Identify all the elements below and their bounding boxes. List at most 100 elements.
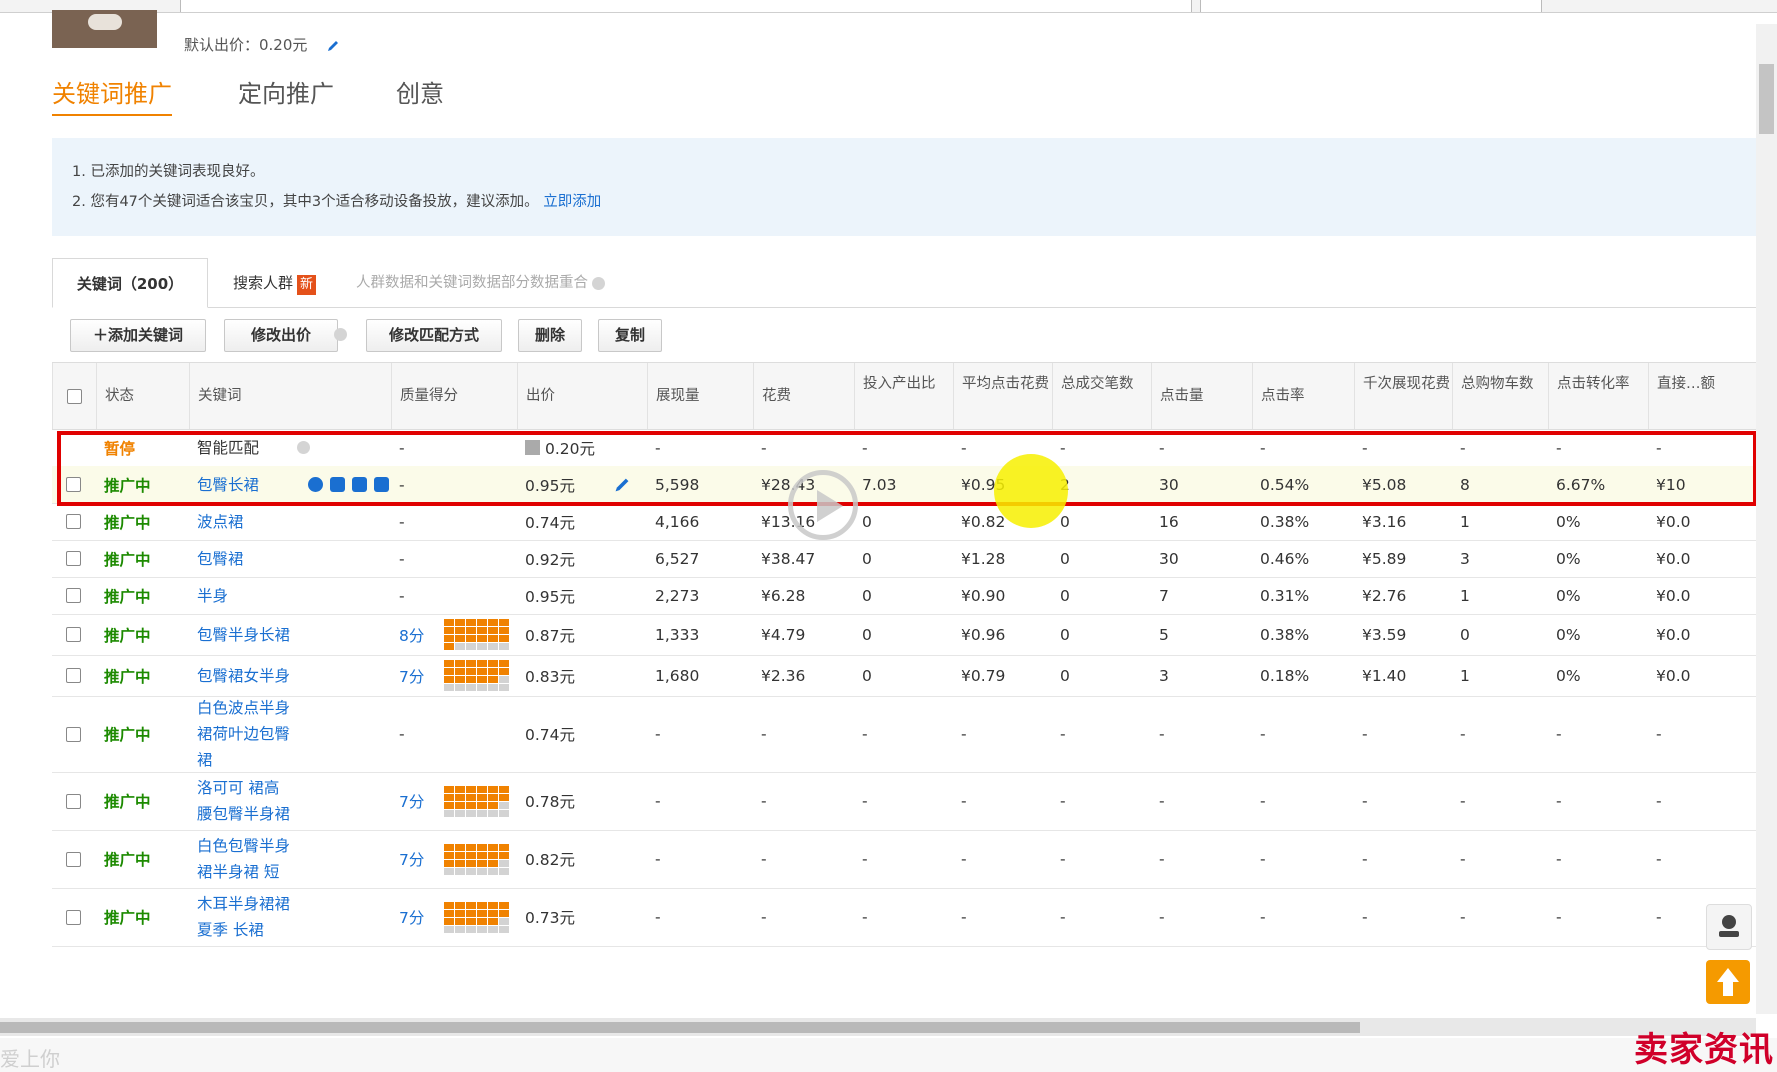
cell-status-value: 推广中 — [104, 793, 151, 811]
cell-status: 推广中 — [104, 614, 187, 655]
column-header[interactable]: 点击率 — [1252, 363, 1354, 429]
browser-search-box[interactable] — [1200, 0, 1542, 12]
vertical-scrollbar[interactable] — [1756, 24, 1777, 1014]
column-header[interactable]: 直接…额 — [1648, 363, 1756, 429]
table-row[interactable]: 推广中 波点裙 -0.74元 4,166 ¥13.16 0 ¥0.82 0 16 0.38% ¥3.… — [52, 503, 1756, 541]
row-checkbox[interactable] — [66, 668, 81, 683]
address-bar[interactable] — [180, 0, 1192, 12]
row-checkbox-cell — [60, 614, 94, 655]
quality-bar-segment — [455, 635, 466, 642]
vertical-scroll-thumb[interactable] — [1759, 64, 1774, 134]
table-row[interactable]: 推广中 洛可可 裙高腰包臀半身裙 7分 0.78元 - - - - - - - - - - - — [52, 772, 1756, 831]
row-checkbox[interactable] — [66, 851, 81, 867]
keyword-link[interactable]: 洛可可 裙高腰包臀半身裙 — [197, 775, 293, 827]
play-overlay-icon[interactable] — [788, 470, 858, 540]
keyword-link[interactable]: 白色包臀半身裙半身裙 短 — [197, 833, 293, 885]
cell-cpm-value: ¥3.16 — [1362, 512, 1407, 531]
row-checkbox[interactable] — [66, 588, 81, 603]
cell-impr: 4,166 — [655, 503, 751, 540]
cell-orders: - — [1060, 696, 1149, 772]
keyword-link[interactable]: 包臀半身长裙 — [197, 622, 293, 648]
tab-search-crowd[interactable]: 搜索人群新 — [207, 258, 342, 306]
row-checkbox[interactable] — [66, 627, 81, 642]
row-checkbox[interactable] — [66, 909, 81, 925]
cell-cpm: ¥2.76 — [1362, 577, 1450, 614]
table-row[interactable]: 推广中 木耳半身裙裙夏季 长裙 7分 0.73元 - - - - - - - - - - - — [52, 888, 1756, 947]
cell-impr-value: - — [655, 792, 661, 810]
add-keyword-button[interactable]: ＋添加关键词 — [70, 319, 206, 352]
keyword-link[interactable]: 包臀裙女半身 — [197, 663, 293, 689]
row-checkbox-cell — [60, 577, 94, 614]
table-row[interactable]: 推广中 包臀裙女半身 7分 0.83元 1,680 ¥2.36 0 ¥0.79 0 3 0.18% ¥… — [52, 655, 1756, 697]
edit-pencil-icon[interactable] — [326, 39, 340, 53]
cell-orders: - — [1060, 772, 1149, 830]
column-header[interactable]: 花费 — [753, 363, 854, 429]
cell-cart: 3 — [1460, 540, 1546, 577]
column-header[interactable]: 点击量 — [1151, 363, 1252, 429]
cell-ctr: - — [1260, 696, 1352, 772]
column-header[interactable]: 平均点击花费 — [953, 363, 1052, 429]
cell-clicks-value: - — [1159, 725, 1165, 743]
column-header[interactable]: 展现量 — [647, 363, 753, 429]
column-header[interactable]: 投入产出比 — [854, 363, 953, 429]
keyword-link[interactable]: 包臀裙 — [197, 546, 293, 572]
row-checkbox[interactable] — [66, 514, 81, 529]
question-icon[interactable] — [592, 276, 605, 290]
table-row[interactable]: 推广中 白色波点半身裙荷叶边包臀裙 - 0.74元 - - - - - - - - - - - — [52, 696, 1756, 773]
table-row[interactable]: 推广中 包臀裙 - 0.92元 6,527 ¥38.47 0 ¥1.28 0 30 0.46% ¥5.… — [52, 540, 1756, 578]
keyword-link[interactable]: 白色波点半身裙荷叶边包臀裙 — [197, 695, 293, 773]
copy-button[interactable]: 复制 — [598, 319, 662, 352]
delete-button[interactable]: 删除 — [518, 319, 582, 352]
cell-keyword: 波点裙 — [197, 503, 389, 540]
modify-match-button[interactable]: 修改匹配方式 — [366, 319, 502, 352]
tab-creative[interactable]: 创意 — [396, 74, 444, 109]
column-header[interactable]: 总购物车数 — [1452, 363, 1548, 429]
row-checkbox[interactable] — [66, 793, 81, 809]
cell-score: 7分 — [399, 888, 515, 946]
table-row[interactable]: 推广中 包臀半身长裙 8分 0.87元 1,333 ¥4.79 0 ¥0.96 0 5 0.38% ¥… — [52, 614, 1756, 656]
keyword-link[interactable]: 波点裙 — [197, 509, 293, 535]
cell-direct: ¥0.0 — [1656, 540, 1754, 577]
keyword-link[interactable]: 木耳半身裙裙夏季 长裙 — [197, 891, 293, 943]
column-header[interactable]: 千次展现花费 — [1354, 363, 1452, 429]
cell-bid: 0.87元 — [525, 614, 645, 655]
quality-bar-segment — [455, 917, 466, 925]
row-checkbox[interactable] — [66, 726, 81, 742]
column-header[interactable]: 质量得分 — [391, 363, 517, 429]
quality-bar-segment — [499, 851, 510, 859]
row-checkbox[interactable] — [66, 551, 81, 566]
select-all-checkbox[interactable] — [52, 363, 96, 429]
column-header[interactable]: 总成交笔数 — [1052, 363, 1151, 429]
column-header[interactable]: 关键词 — [189, 363, 391, 429]
tab-keyword-promotion[interactable]: 关键词推广 — [52, 74, 172, 116]
back-to-top-icon[interactable] — [1706, 960, 1750, 1004]
horizontal-scrollbar[interactable] — [0, 1018, 1756, 1036]
question-icon[interactable] — [334, 328, 347, 341]
column-header[interactable]: 点击转化率 — [1548, 363, 1648, 429]
column-header-label: 平均点击花费 — [962, 376, 1049, 392]
notice-panel: 1. 已添加的关键词表现良好。 2. 您有47个关键词适合该宝贝，其中3个适合移… — [52, 138, 1756, 236]
column-header[interactable]: 状态 — [96, 363, 189, 429]
keyword-link[interactable]: 半身 — [197, 583, 293, 609]
quality-bar-segment — [444, 785, 455, 793]
cell-cpc-value: ¥0.79 — [961, 666, 1006, 685]
table-row[interactable]: 推广中 白色包臀半身裙半身裙 短 7分 0.82元 - - - - - - - - - - - — [52, 830, 1756, 889]
tab-targeted-promotion[interactable]: 定向推广 — [238, 74, 334, 109]
table-row[interactable]: 推广中 半身 - 0.95元 2,273 ¥6.28 0 ¥0.90 0 7 0.31% ¥2.76 1… — [52, 577, 1756, 615]
quality-bar-segment — [466, 635, 477, 642]
quality-bar-segment — [477, 901, 488, 909]
customer-service-icon[interactable] — [1706, 904, 1752, 950]
cell-cart: - — [1460, 888, 1546, 946]
tab-keywords[interactable]: 关键词（200） — [52, 258, 208, 308]
checkbox[interactable] — [67, 389, 82, 404]
horizontal-scroll-thumb[interactable] — [0, 1022, 1360, 1033]
add-now-link[interactable]: 立即添加 — [543, 194, 601, 210]
cell-impr: 1,333 — [655, 614, 751, 655]
cell-direct: ¥0.0 — [1656, 614, 1754, 655]
cell-cost-value: - — [761, 908, 767, 926]
quality-bar-segment — [455, 785, 466, 793]
cell-impr: 2,273 — [655, 577, 751, 614]
column-header[interactable]: 出价 — [517, 363, 647, 429]
modify-bid-button[interactable]: 修改出价 — [224, 319, 338, 352]
cell-roi: 0 — [862, 614, 951, 655]
